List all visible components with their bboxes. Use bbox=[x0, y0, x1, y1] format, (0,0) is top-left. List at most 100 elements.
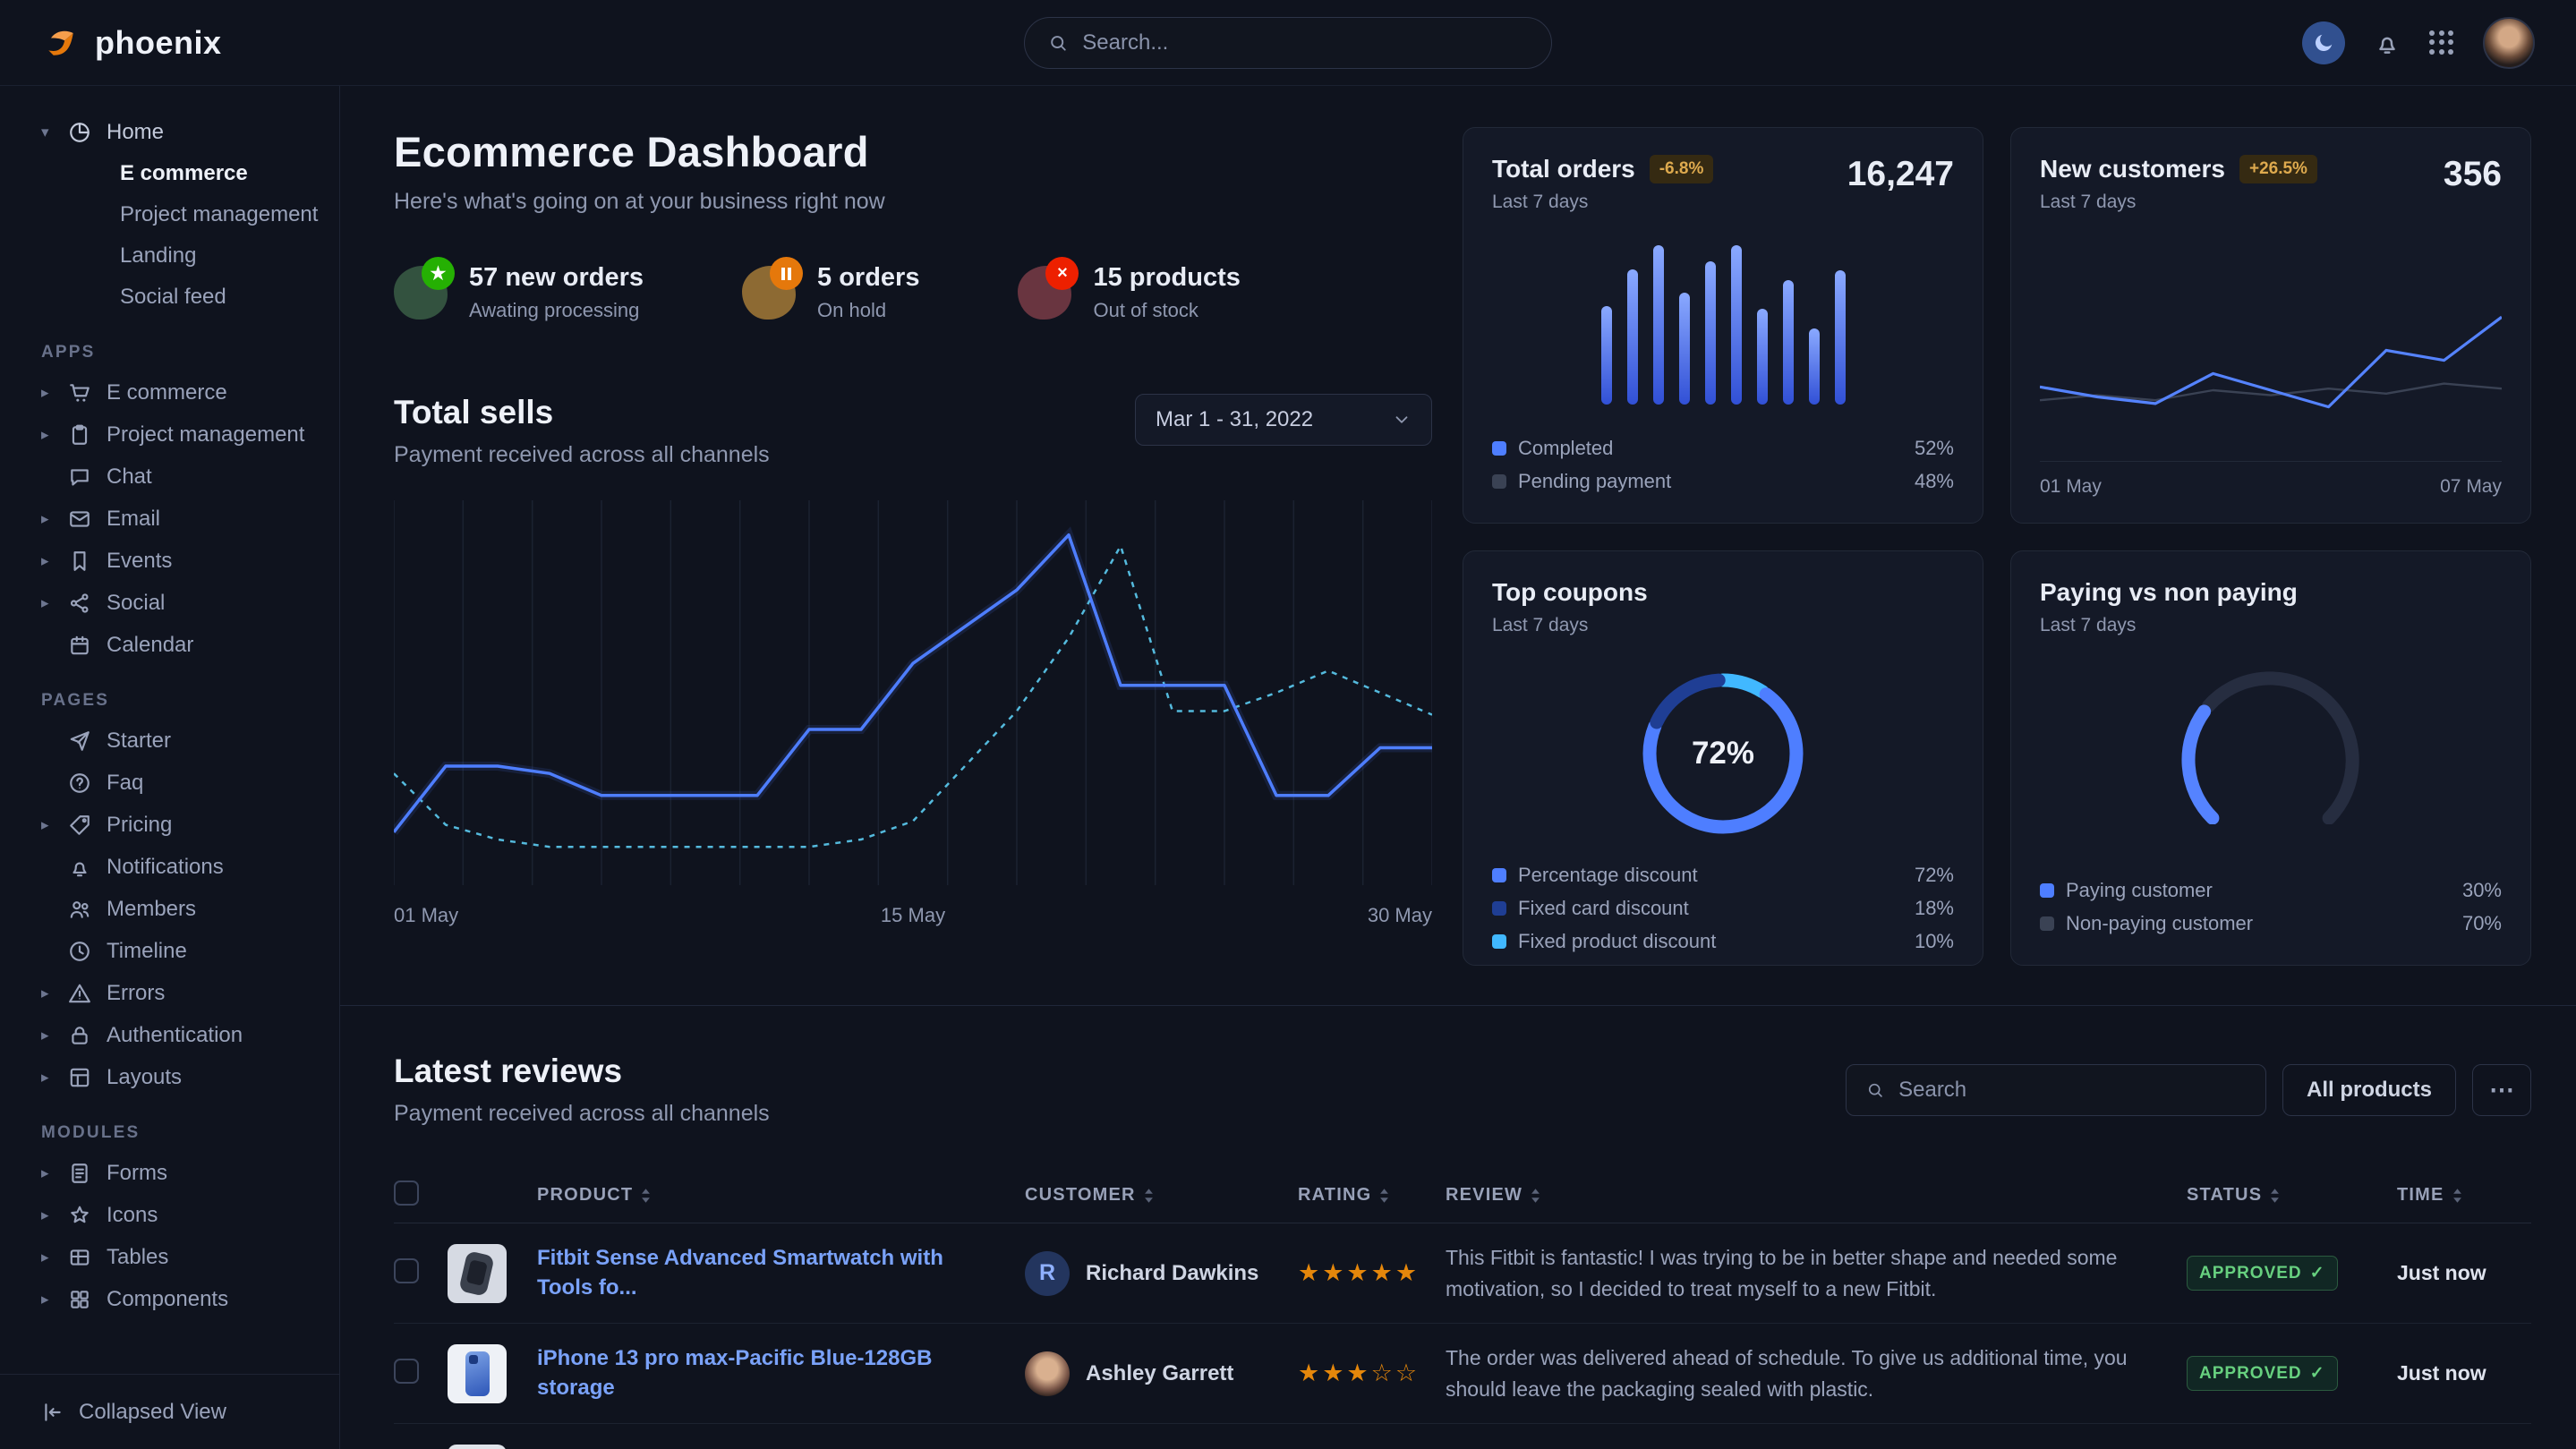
sidebar-item-home[interactable]: ▾ Home bbox=[41, 111, 323, 153]
sidebar-home-label: Home bbox=[107, 120, 164, 145]
rating-stars: ★★★★★ bbox=[1298, 1259, 1446, 1287]
bar bbox=[1731, 245, 1742, 405]
new-customers-badge: +26.5% bbox=[2239, 155, 2317, 183]
sidebar-item-project-management[interactable]: Project management bbox=[41, 194, 323, 235]
layout-icon bbox=[68, 1066, 95, 1089]
new-customers-title: New customers bbox=[2040, 155, 2225, 183]
all-products-button[interactable]: All products bbox=[2282, 1064, 2456, 1116]
top-coupons-card: Top coupons Last 7 days 72% Percentage d… bbox=[1463, 550, 1983, 966]
sidebar-item-faq[interactable]: Faq bbox=[41, 762, 323, 804]
product-thumbnail bbox=[448, 1244, 507, 1303]
sidebar-item-social[interactable]: ▸ Social bbox=[41, 582, 323, 624]
bar bbox=[1627, 269, 1638, 405]
sidebar-item-authentication[interactable]: ▸ Authentication bbox=[41, 1014, 323, 1056]
sidebar-item-components[interactable]: ▸ Components bbox=[41, 1278, 323, 1320]
share-icon bbox=[68, 592, 95, 615]
collapse-view-button[interactable]: Collapsed View bbox=[0, 1374, 339, 1449]
review-text: The order was delivered ahead of schedul… bbox=[1446, 1342, 2187, 1404]
sidebar-item-layouts[interactable]: ▸ Layouts bbox=[41, 1056, 323, 1098]
sidebar-item-calendar[interactable]: Calendar bbox=[41, 624, 323, 666]
sidebar-item-pricing[interactable]: ▸ Pricing bbox=[41, 804, 323, 846]
sidebar-item-e-commerce[interactable]: ▸ E commerce bbox=[41, 371, 323, 413]
orders-bar-chart bbox=[1492, 245, 1954, 405]
product-link[interactable]: iPhone 13 pro max-Pacific Blue-128GB sto… bbox=[537, 1344, 1025, 1402]
sidebar-sections: APPS ▸ E commerce ▸ Project management C… bbox=[41, 343, 323, 1320]
moon-icon bbox=[2312, 31, 2335, 55]
sidebar-item-icons[interactable]: ▸ Icons bbox=[41, 1194, 323, 1236]
pie-chart-icon bbox=[68, 121, 95, 144]
column-header-review[interactable]: REVIEW bbox=[1446, 1185, 2187, 1206]
column-header-time[interactable]: TIME bbox=[2397, 1185, 2531, 1206]
chat-icon bbox=[68, 465, 95, 489]
bar bbox=[1679, 293, 1690, 405]
bar bbox=[1705, 261, 1716, 405]
caret-right-icon: ▸ bbox=[41, 1069, 56, 1087]
bell-icon bbox=[68, 856, 95, 879]
sidebar-item-landing[interactable]: Landing bbox=[41, 235, 323, 277]
row-checkbox[interactable] bbox=[394, 1359, 419, 1384]
sidebar-item-chat[interactable]: Chat bbox=[41, 456, 323, 498]
notifications-button[interactable] bbox=[2374, 30, 2401, 56]
sort-icon bbox=[1379, 1188, 1389, 1204]
caret-right-icon: ▸ bbox=[41, 1249, 56, 1266]
sidebar-item-social-feed[interactable]: Social feed bbox=[41, 277, 323, 318]
sidebar-item-members[interactable]: Members bbox=[41, 888, 323, 930]
page-subtitle: Here's what's going on at your business … bbox=[394, 189, 1432, 215]
sidebar-item-project-management[interactable]: ▸ Project management bbox=[41, 413, 323, 456]
review-time: Just now bbox=[2397, 1361, 2531, 1385]
pause-icon bbox=[742, 266, 796, 320]
sidebar-item-email[interactable]: ▸ Email bbox=[41, 498, 323, 540]
donut-center-label: 72% bbox=[1631, 661, 1815, 846]
status-badge: APPROVED✓ bbox=[2187, 1256, 2338, 1291]
reviews-search-input[interactable] bbox=[1898, 1078, 2246, 1103]
table-row: Fitbit Sense Advanced Smartwatch with To… bbox=[394, 1223, 2531, 1324]
coupons-legend: Percentage discount 72% Fixed card disco… bbox=[1492, 858, 1954, 958]
sidebar-item-errors[interactable]: ▸ Errors bbox=[41, 972, 323, 1014]
row-checkbox[interactable] bbox=[394, 1258, 419, 1283]
phoenix-logo-icon bbox=[41, 23, 81, 63]
sidebar-item-notifications[interactable]: Notifications bbox=[41, 846, 323, 888]
total-sells-title: Total sells bbox=[394, 394, 770, 431]
sidebar-item-tables[interactable]: ▸ Tables bbox=[41, 1236, 323, 1278]
navbar-search[interactable] bbox=[1024, 17, 1552, 69]
orders-legend: Completed 52% Pending payment 48% bbox=[1492, 431, 1954, 498]
sidebar-item-forms[interactable]: ▸ Forms bbox=[41, 1152, 323, 1194]
new-customers-value: 356 bbox=[2444, 155, 2502, 194]
check-icon: ✓ bbox=[2310, 1363, 2325, 1384]
sidebar-item-events[interactable]: ▸ Events bbox=[41, 540, 323, 582]
table-row: iPhone 13 pro max-Pacific Blue-128GB sto… bbox=[394, 1324, 2531, 1424]
reviews-table-head: PRODUCTCUSTOMERRATINGREVIEWSTATUSTIME bbox=[394, 1168, 2531, 1223]
caret-right-icon: ▸ bbox=[41, 384, 56, 402]
clock-icon bbox=[68, 940, 95, 963]
apps-grid-button[interactable] bbox=[2429, 30, 2454, 55]
sidebar-item-e-commerce[interactable]: E commerce bbox=[41, 153, 323, 194]
search-icon bbox=[1048, 32, 1068, 54]
sidebar-item-starter[interactable]: Starter bbox=[41, 720, 323, 762]
sidebar-section-label: MODULES bbox=[41, 1123, 323, 1143]
column-header-rating[interactable]: RATING bbox=[1298, 1185, 1446, 1206]
product-link[interactable]: Fitbit Sense Advanced Smartwatch with To… bbox=[537, 1244, 1025, 1302]
column-header-customer[interactable]: CUSTOMER bbox=[1025, 1185, 1298, 1206]
lock-icon bbox=[68, 1024, 95, 1047]
user-avatar[interactable] bbox=[2483, 17, 2535, 69]
theme-toggle-button[interactable] bbox=[2302, 21, 2345, 64]
column-header-product[interactable]: PRODUCT bbox=[537, 1185, 1025, 1206]
x-icon: × bbox=[1018, 266, 1071, 320]
navbar-search-input[interactable] bbox=[1082, 30, 1528, 55]
date-range-select[interactable]: Mar 1 - 31, 2022 bbox=[1135, 394, 1432, 446]
mail-icon bbox=[68, 507, 95, 531]
more-options-button[interactable]: ⋯ bbox=[2472, 1064, 2531, 1116]
customer-avatar bbox=[1025, 1351, 1070, 1396]
sidebar-item-timeline[interactable]: Timeline bbox=[41, 930, 323, 972]
column-header-status[interactable]: STATUS bbox=[2187, 1185, 2397, 1206]
search-icon bbox=[1866, 1080, 1884, 1100]
caret-right-icon: ▸ bbox=[41, 594, 56, 612]
caret-right-icon: ▸ bbox=[41, 816, 56, 834]
table-icon bbox=[68, 1246, 95, 1269]
legend-row: Percentage discount 72% bbox=[1492, 858, 1954, 891]
reviews-search[interactable] bbox=[1846, 1064, 2266, 1116]
brand[interactable]: phoenix bbox=[41, 23, 222, 63]
select-all-checkbox[interactable] bbox=[394, 1181, 419, 1206]
warning-icon bbox=[68, 982, 95, 1005]
reviews-table: PRODUCTCUSTOMERRATINGREVIEWSTATUSTIME Fi… bbox=[394, 1168, 2531, 1449]
